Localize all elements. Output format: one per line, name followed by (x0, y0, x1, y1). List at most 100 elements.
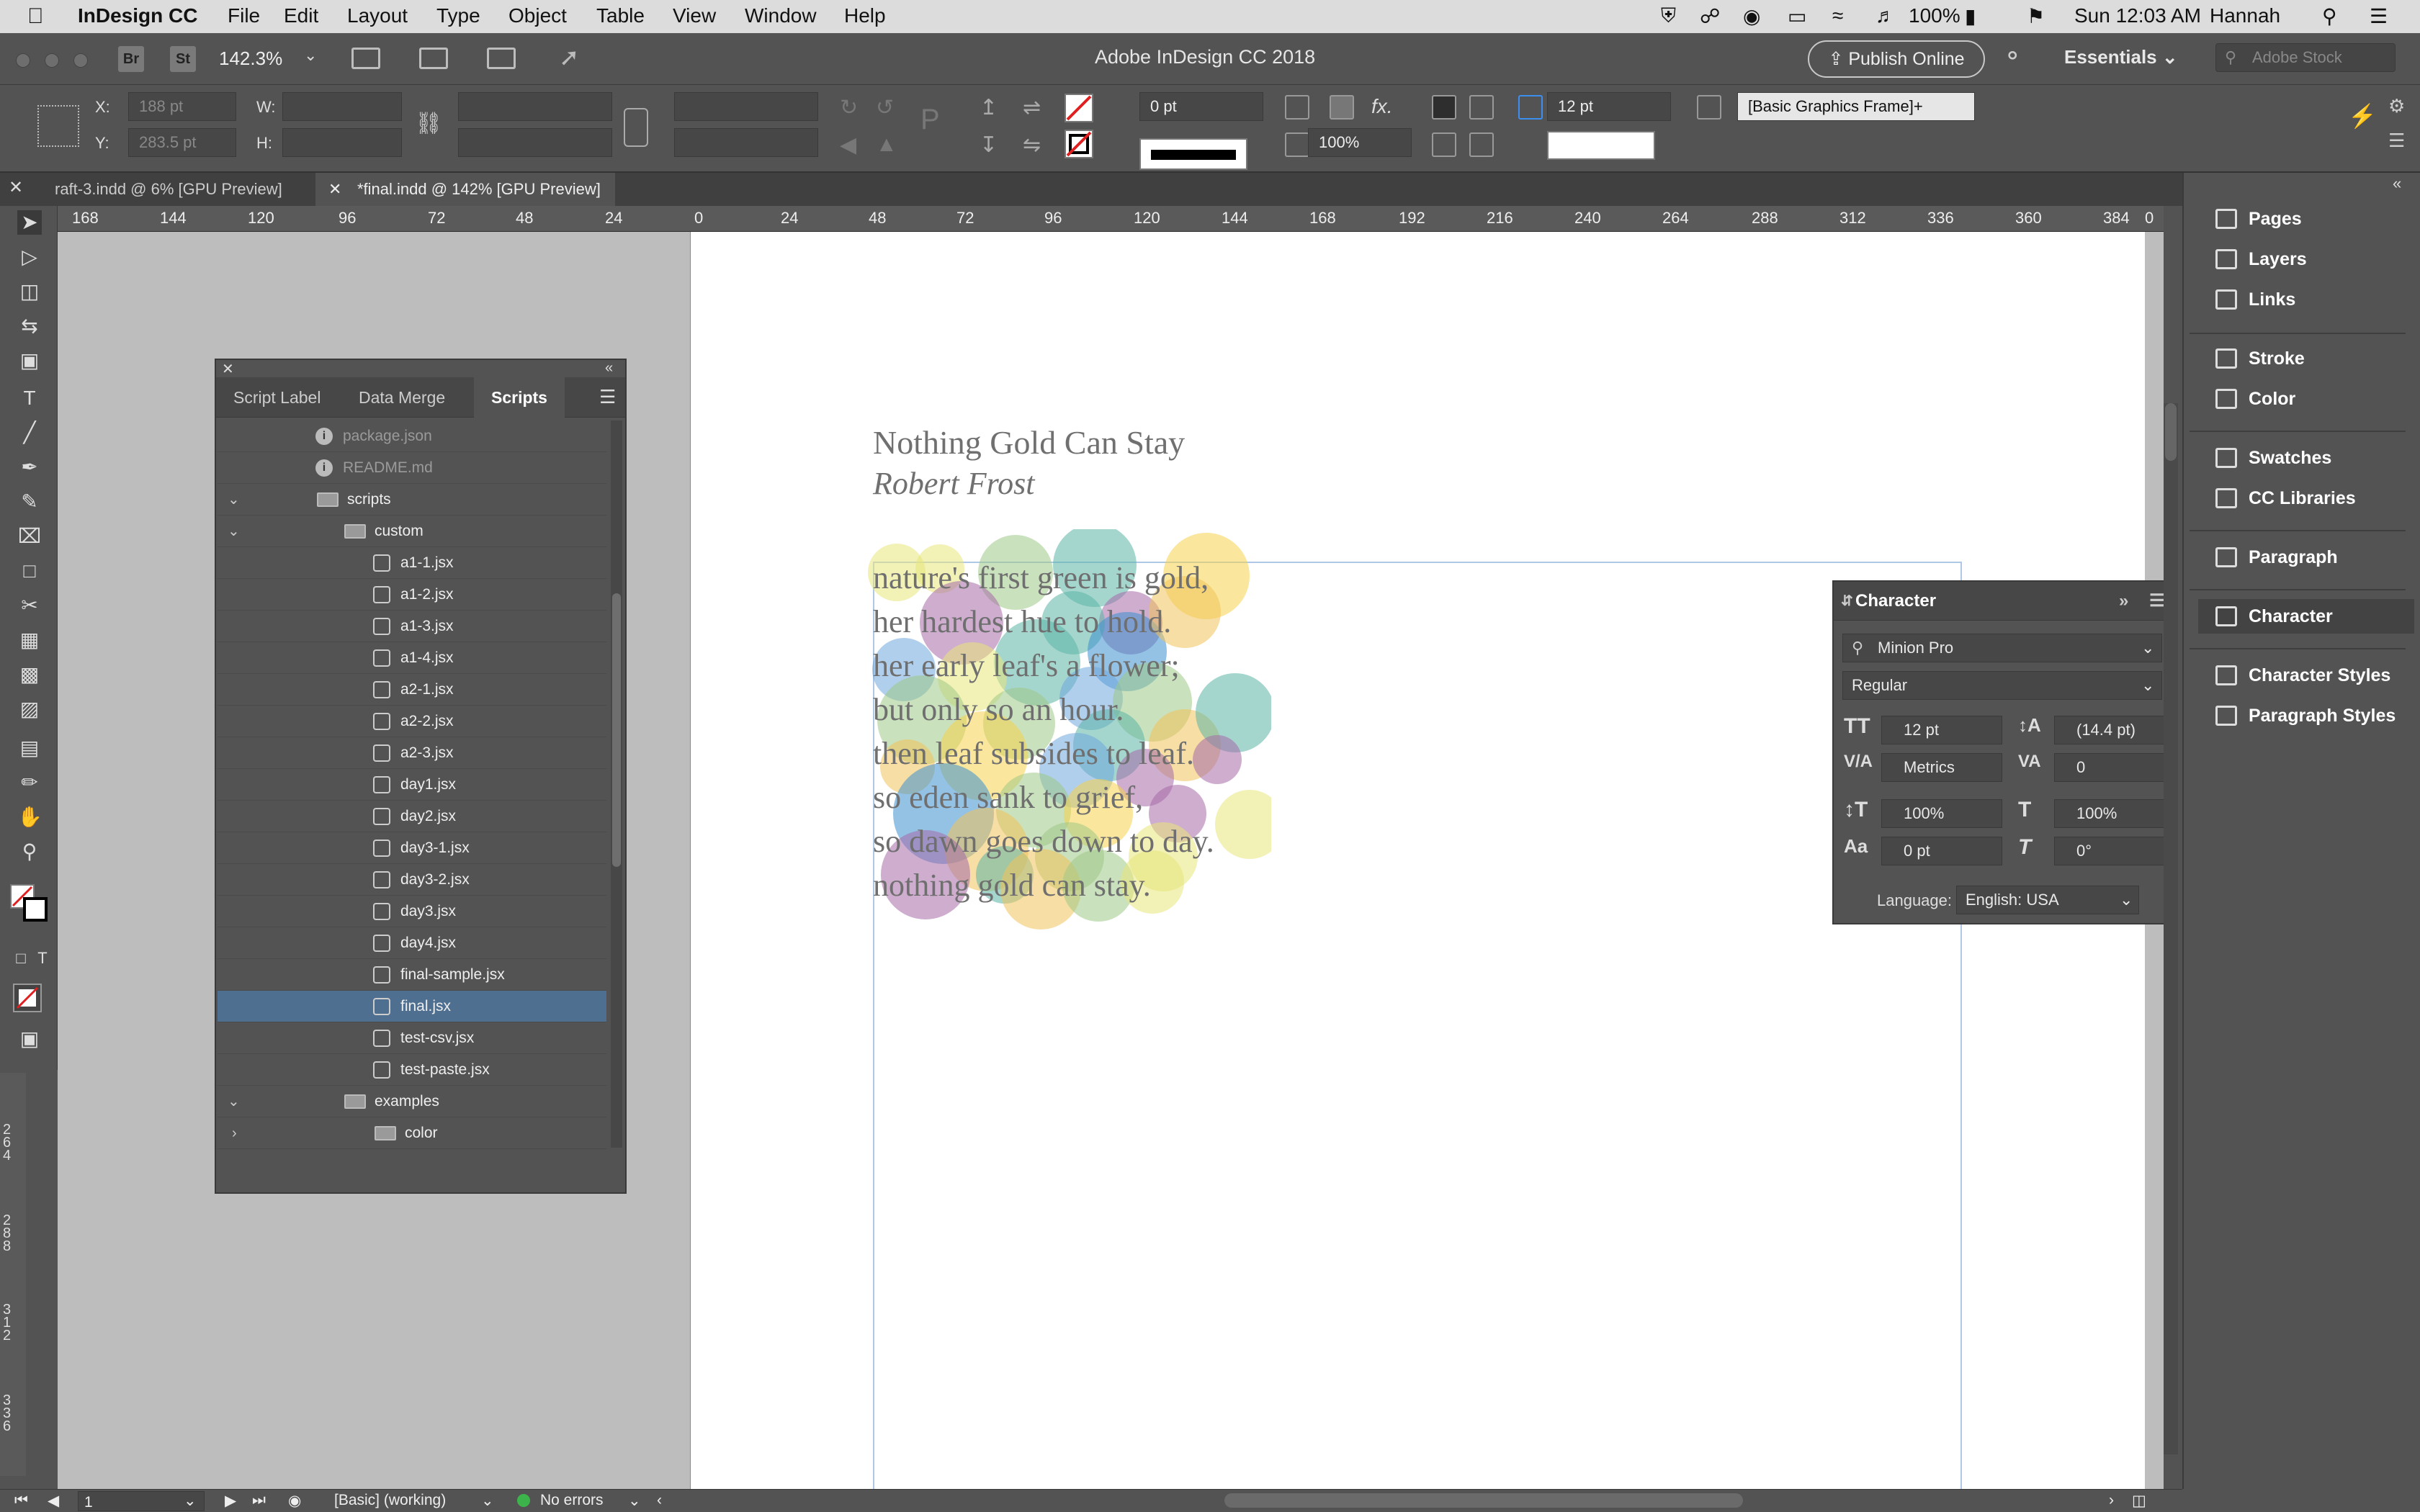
menu-edit[interactable]: Edit (284, 4, 318, 27)
script-row[interactable]: final-sample.jsx (218, 959, 606, 991)
wifi-icon[interactable]: ≈ (1832, 4, 1843, 27)
stroke-box[interactable] (23, 897, 48, 922)
script-row[interactable]: test-csv.jsx (218, 1022, 606, 1054)
tab-draft[interactable]: raft-3.indd @ 6% [GPU Preview] (40, 173, 297, 206)
page-number-field[interactable]: 1 ⌄ (78, 1491, 205, 1511)
select-next-icon[interactable]: ⇋ (1023, 132, 1041, 158)
script-row[interactable]: day3-2.jsx (218, 864, 606, 896)
character-panel-header[interactable]: ⇵ Character » ☰ (1834, 582, 2172, 621)
last-page-icon[interactable]: ⏭ (252, 1492, 266, 1509)
scale-x-field[interactable] (458, 92, 612, 121)
folder-row[interactable]: ⌄ custom (218, 516, 606, 547)
menu-layout[interactable]: Layout (347, 4, 408, 27)
opacity-field[interactable]: 100% (1308, 128, 1412, 157)
text-wrap-jump-icon[interactable] (1469, 132, 1494, 157)
x-field[interactable]: 188 pt (128, 92, 236, 121)
stock-button[interactable]: St (170, 46, 196, 72)
previous-page-icon[interactable]: ◀ (48, 1492, 59, 1510)
language-select[interactable]: English: USA ⌄ (1956, 886, 2139, 914)
stroke-swatch[interactable] (1065, 130, 1093, 158)
airplay-icon[interactable]: ▭ (1788, 4, 1806, 28)
constrain-scale-icon[interactable] (624, 108, 648, 147)
first-page-icon[interactable]: ⏮ (14, 1492, 28, 1509)
w-field[interactable] (282, 92, 402, 121)
chevron-down-icon[interactable]: ⌄ (228, 1086, 240, 1117)
chevron-right-icon[interactable]: › (232, 1117, 237, 1149)
tab-final[interactable]: ✕ *final.indd @ 142% [GPU Preview] (315, 173, 615, 206)
apple-icon[interactable]:  (27, 4, 44, 29)
script-row[interactable]: a1-4.jsx (218, 642, 606, 674)
flip-horizontal-icon[interactable]: ◀ (840, 132, 856, 158)
line-tool-icon[interactable]: ╱ (17, 420, 42, 445)
formatting-text-icon[interactable]: T (30, 946, 55, 971)
dock-item-stroke[interactable]: Stroke (2198, 341, 2414, 376)
script-row[interactable]: test-paste.jsx (218, 1054, 606, 1086)
menu-table[interactable]: Table (596, 4, 645, 27)
file-row[interactable]: i README.md (218, 452, 606, 484)
gradient-tool-icon[interactable]: ▩ (17, 662, 42, 687)
folder-row[interactable]: ⌄ scripts (218, 484, 606, 516)
script-row[interactable]: a2-2.jsx (218, 706, 606, 737)
next-page-icon[interactable]: ▶ (225, 1492, 236, 1510)
dock-item-character[interactable]: Character (2198, 599, 2414, 634)
dock-item-swatches[interactable]: Swatches (2198, 441, 2414, 475)
tab-script-label[interactable]: Script Label (216, 377, 338, 418)
shield-icon[interactable]: ⛨ (1661, 4, 1676, 28)
poem-author[interactable]: Robert Frost (873, 465, 1034, 502)
gpu-performance-icon[interactable]: ➚ (559, 43, 580, 72)
drop-shadow-icon[interactable] (1330, 95, 1354, 120)
workspace-switcher[interactable]: Essentials ⌄ (2064, 46, 2178, 68)
page-tool-icon[interactable]: ◫ (17, 279, 42, 304)
pencil-tool-icon[interactable]: ✎ (17, 490, 42, 514)
script-row[interactable]: day3-1.jsx (218, 832, 606, 864)
poem-title[interactable]: Nothing Gold Can Stay (873, 423, 1185, 462)
zoom-tool-icon[interactable]: ⚲ (17, 840, 42, 864)
view-options-icon[interactable] (351, 48, 380, 69)
script-row[interactable]: day3.jsx (218, 896, 606, 927)
font-size-field[interactable]: 12 pt (1881, 716, 2002, 744)
zoom-level[interactable]: 142.3% (219, 48, 282, 70)
select-content-icon[interactable]: ↧ (980, 132, 998, 158)
horizontal-scrollbar[interactable] (1224, 1493, 1743, 1508)
script-row[interactable]: a1-3.jsx (218, 611, 606, 642)
preflight-profile-icon[interactable]: ◉ (288, 1492, 301, 1510)
hand-tool-icon[interactable]: ✋ (17, 805, 42, 829)
skew-field[interactable]: 0° (2054, 837, 2166, 865)
scale-y-field[interactable] (458, 128, 612, 157)
tab-scripts[interactable]: Scripts (474, 377, 565, 418)
align-left-icon[interactable] (1432, 95, 1456, 120)
script-row[interactable]: day4.jsx (218, 927, 606, 959)
spotlight-icon[interactable]: ⚲ (2322, 4, 2337, 28)
eyedropper-tool-icon[interactable]: ✏ (17, 770, 42, 795)
vertical-scrollbar[interactable] (2164, 403, 2178, 1454)
gap-tool-icon[interactable]: ⇆ (17, 314, 42, 338)
user-name[interactable]: Hannah (2210, 4, 2280, 27)
tracking-field[interactable]: 0 (2054, 753, 2166, 782)
dock-item-pages[interactable]: Pages (2198, 202, 2414, 236)
publish-online-button[interactable]: ⇪ Publish Online (1808, 40, 1985, 78)
dock-item-color[interactable]: Color (2198, 382, 2414, 416)
menu-window[interactable]: Window (745, 4, 817, 27)
horizontal-ruler[interactable]: 168 144 120 96 72 48 24 0 24 48 72 96 12… (58, 206, 2164, 232)
font-style-field[interactable]: Regular ⌄ (1842, 671, 2162, 700)
apply-none-button[interactable] (13, 984, 42, 1012)
chevron-down-icon[interactable]: ⌄ (304, 46, 317, 65)
stroke-weight-field[interactable]: 0 pt (1139, 92, 1263, 121)
scissors-tool-icon[interactable]: ✂ (17, 593, 42, 618)
quick-apply-icon[interactable]: ⚡ (2348, 102, 2377, 130)
chevron-down-icon[interactable]: ⌄ (228, 516, 240, 547)
formatting-container-icon[interactable]: □ (9, 946, 33, 971)
scroll-right-icon[interactable]: › (2109, 1492, 2114, 1509)
scroll-thumb[interactable] (612, 593, 621, 867)
menu-object[interactable]: Object (508, 4, 567, 27)
collapse-panel-icon[interactable]: « (605, 360, 613, 377)
selection-tool-icon[interactable]: ➤ (17, 210, 42, 235)
menu-help[interactable]: Help (844, 4, 886, 27)
screen-mode-icon[interactable]: ▣ (17, 1027, 42, 1051)
clock[interactable]: Sun 12:03 AM (2074, 4, 2201, 27)
script-row[interactable]: day2.jsx (218, 801, 606, 832)
script-row[interactable]: a2-1.jsx (218, 674, 606, 706)
vertical-scale-field[interactable]: 100% (1881, 799, 2002, 828)
screen-mode-icon[interactable] (419, 48, 448, 69)
constrain-proportions-icon[interactable]: ⛓ (415, 111, 442, 136)
